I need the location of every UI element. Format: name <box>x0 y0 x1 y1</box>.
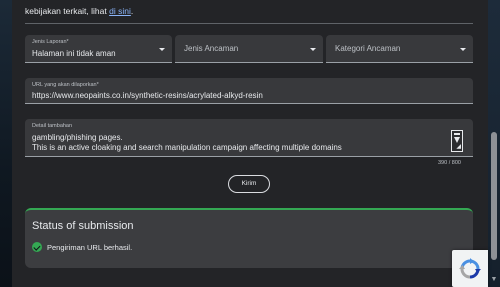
details-line-1: gambling/phishing pages. <box>32 133 123 142</box>
report-type-value: Halaman ini tidak aman <box>32 49 116 58</box>
threat-category-select[interactable]: Kategori Ancaman <box>326 35 473 63</box>
threat-type-placeholder: Jenis Ancaman <box>184 44 239 53</box>
threat-type-select[interactable]: Jenis Ancaman <box>175 35 323 63</box>
recaptcha-icon <box>459 258 481 279</box>
url-value: https://www.neopaints.co.in/synthetic-re… <box>32 91 263 100</box>
details-textarea[interactable]: Detail tambahan gambling/phishing pages.… <box>25 119 473 157</box>
chevron-down-icon <box>159 48 165 51</box>
details-line-2: This is an active cloaking and search ma… <box>32 143 342 152</box>
textarea-resize-icon[interactable]: ◢ <box>451 130 463 152</box>
scrollbar-thumb[interactable] <box>491 132 497 260</box>
character-counter: 390 / 800 <box>438 160 461 166</box>
section-divider <box>25 23 473 24</box>
policy-text-suffix: . <box>130 6 134 16</box>
submit-button[interactable]: Kirim <box>228 175 270 193</box>
status-message: Pengiriman URL berhasil. <box>47 243 133 252</box>
policy-text: kebijakan terkait, lihat di sini. <box>25 6 133 16</box>
check-circle-icon <box>32 242 42 252</box>
scroll-down-icon[interactable]: ▼ <box>490 276 498 284</box>
url-input[interactable]: URL yang akan dilaporkan* https://www.ne… <box>25 78 473 104</box>
recaptcha-badge[interactable] <box>452 250 488 287</box>
submission-status-card: Status of submission Pengiriman URL berh… <box>25 208 473 268</box>
threat-category-placeholder: Kategori Ancaman <box>335 44 401 53</box>
policy-text-prefix: kebijakan terkait, lihat <box>25 6 107 16</box>
report-type-label: Jenis Laporan* <box>32 39 69 45</box>
chevron-down-icon <box>460 48 466 51</box>
report-type-select[interactable]: Jenis Laporan* Halaman ini tidak aman <box>25 35 172 63</box>
details-label: Detail tambahan <box>32 123 73 129</box>
chevron-down-icon <box>310 48 316 51</box>
page-background-left <box>0 0 12 287</box>
status-title: Status of submission <box>32 220 134 232</box>
url-label: URL yang akan dilaporkan* <box>32 82 99 88</box>
policy-link[interactable]: di sini <box>109 6 131 16</box>
